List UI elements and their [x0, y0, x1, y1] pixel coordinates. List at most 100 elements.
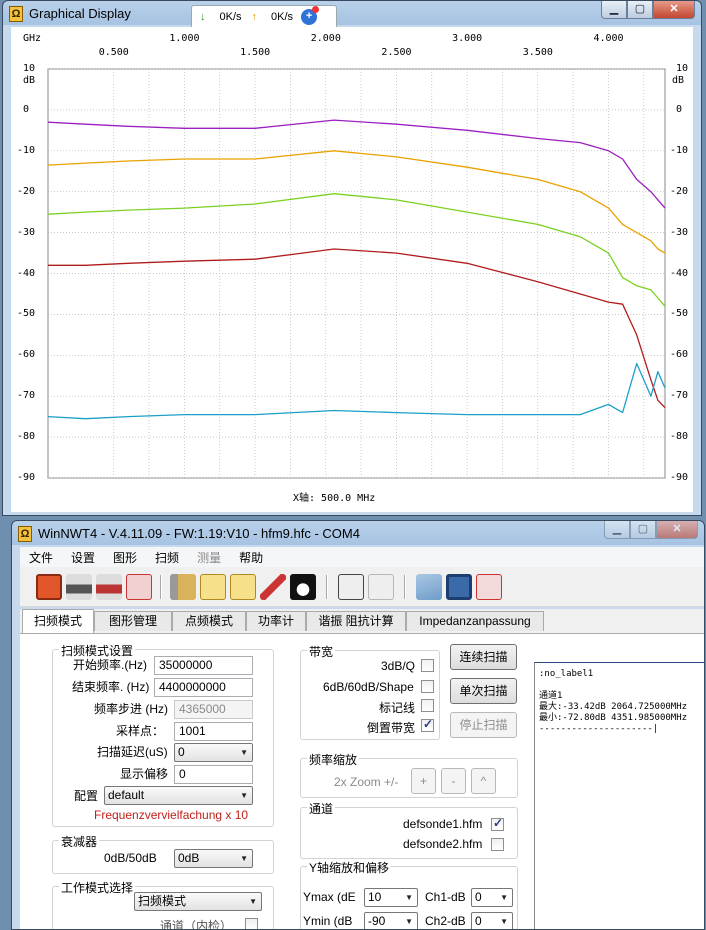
channel2-checkbox[interactable]: [491, 838, 504, 851]
shape-label: 6dB/60dB/Shape: [323, 680, 414, 694]
calibrate-k2-icon[interactable]: [368, 574, 394, 600]
marker-line-checkbox[interactable]: [421, 699, 434, 712]
tab-graph-management[interactable]: 图形管理: [94, 611, 172, 631]
minimize-button[interactable]: ▁: [604, 521, 630, 539]
y-tick-label-left: -80: [17, 431, 36, 443]
group-title: 频率缩放: [307, 751, 360, 768]
window-title: WinNWT4 - V.4.11.09 - FW:1.19:V10 - hfm9…: [38, 526, 360, 541]
print-color-icon[interactable]: [96, 574, 122, 600]
y-unit-label-left: dB: [23, 75, 36, 86]
winnwt-window: Ω WinNWT4 - V.4.11.09 - FW:1.19:V10 - hf…: [11, 520, 705, 930]
group-title: 通道: [307, 800, 336, 817]
db-chart-icon[interactable]: [230, 574, 256, 600]
shape-checkbox[interactable]: [421, 680, 434, 693]
attenuator-select[interactable]: 0dB: [174, 849, 253, 868]
menu-help[interactable]: 帮助: [230, 549, 272, 566]
title-bar[interactable]: Ω Graphical Display ↓ 0K/s ↑ 0K/s + ▁ ▢ …: [3, 1, 701, 29]
tab-spot-frequency[interactable]: 点频模式: [172, 611, 246, 631]
frequency-multiplier-text: Frequenzvervielfachung x 10: [94, 808, 249, 822]
x-tick-label: 1.000: [169, 33, 200, 44]
work-mode-select[interactable]: 扫频模式: [134, 892, 262, 911]
power-icon[interactable]: [36, 574, 62, 600]
ch2-db-select[interactable]: 0: [471, 912, 513, 929]
y-tick-label-left: -60: [17, 349, 36, 361]
chart-icon[interactable]: [200, 574, 226, 600]
upload-speed: 0K/s: [271, 11, 294, 23]
y-tick-label-left: -40: [17, 267, 36, 279]
measurement-info-panel[interactable]: :no_label1 通道1 最大:-33.42dB 2064.725000MH…: [534, 662, 704, 929]
end-freq-label: 结束频率. (Hz): [72, 680, 150, 694]
continuous-sweep-button[interactable]: 连续扫描: [450, 644, 517, 670]
close-button[interactable]: ✕: [653, 1, 695, 19]
maximize-button[interactable]: ▢: [630, 521, 656, 539]
zoom-out-button: -: [441, 768, 466, 794]
print-icon[interactable]: [66, 574, 92, 600]
y-unit-label-right: dB: [672, 75, 685, 86]
menu-sweep[interactable]: 扫频: [146, 549, 188, 566]
x-axis-caption: X轴: 500.0 MHz: [293, 493, 376, 504]
minimize-button[interactable]: ▁: [601, 1, 627, 19]
upload-arrow-icon: ↑: [251, 11, 258, 23]
menu-settings[interactable]: 设置: [62, 549, 104, 566]
config-label: 配置: [74, 789, 99, 803]
network-speed-widget[interactable]: ↓ 0K/s ↑ 0K/s +: [191, 5, 337, 29]
channel1-checkbox[interactable]: [491, 816, 504, 831]
toolbar: [20, 567, 704, 607]
tab-sweep-mode[interactable]: 扫频模式: [22, 609, 94, 633]
add-icon[interactable]: +: [301, 6, 320, 25]
y-tick-label-right: -50: [670, 308, 689, 320]
menu-file[interactable]: 文件: [20, 549, 62, 566]
title-bar[interactable]: Ω WinNWT4 - V.4.11.09 - FW:1.19:V10 - hf…: [12, 521, 704, 547]
group-title: 工作模式选择: [59, 879, 136, 896]
ch1-db-select[interactable]: 0: [471, 888, 513, 907]
delete-icon[interactable]: [476, 574, 502, 600]
q-checkbox[interactable]: [421, 659, 434, 672]
ymin-select[interactable]: -90: [364, 912, 418, 929]
save-icon[interactable]: [446, 574, 472, 600]
y-tick-label-right: -60: [670, 349, 689, 361]
sweep-delay-select[interactable]: 0: [174, 743, 253, 762]
channel-group: 通道: [300, 800, 518, 859]
config-select[interactable]: default: [104, 786, 253, 805]
export-png-icon[interactable]: [126, 574, 152, 600]
open-file-icon[interactable]: [416, 574, 442, 600]
y-tick-label-left: -20: [17, 185, 36, 197]
tab-power-meter[interactable]: 功率计: [246, 611, 306, 631]
calibrate-k1-icon[interactable]: [338, 574, 364, 600]
inverted-bandwidth-label: 倒置带宽: [367, 721, 416, 735]
y-tick-label-right: -90: [670, 472, 689, 483]
sweep-delay-label: 扫描延迟(uS): [97, 745, 168, 759]
tab-impedance-calc[interactable]: 谐振 阻抗计算: [306, 611, 406, 631]
tab-impedance-matching[interactable]: Impedanzanpassung: [406, 611, 544, 631]
y-tick-label-left: -70: [17, 390, 36, 402]
channel1-label: defsonde1.hfm: [403, 817, 483, 831]
tools-icon[interactable]: [170, 574, 196, 600]
x-tick-label: 3.000: [452, 33, 483, 44]
menu-graphics[interactable]: 图形: [104, 549, 146, 566]
penguin-icon[interactable]: [290, 574, 316, 600]
display-offset-input[interactable]: 0: [174, 765, 253, 784]
probe-icon[interactable]: [260, 574, 286, 600]
work-mode-sub-label: 通道（内检）: [160, 919, 233, 930]
x-tick-label: 2.500: [381, 47, 412, 58]
sample-points-input[interactable]: 1001: [174, 722, 253, 741]
plot-area[interactable]: GHz dB dB 1.000 2.000 3.000 4.000 0.500 1.500…: [11, 27, 693, 512]
ymax-select[interactable]: 10: [364, 888, 418, 907]
zoom-center-button: ^: [471, 768, 496, 794]
y-tick-label-right: 0: [676, 103, 683, 115]
end-freq-input[interactable]: 4400000000: [154, 678, 253, 697]
x-unit-label: GHz: [23, 33, 42, 44]
ch2-db-label: Ch2-dB: [425, 914, 466, 928]
menu-measure[interactable]: 测量: [188, 549, 230, 566]
inverted-bandwidth-checkbox[interactable]: [421, 717, 434, 732]
start-freq-input[interactable]: 35000000: [154, 656, 253, 675]
close-button[interactable]: ✕: [656, 521, 698, 539]
q-label: 3dB/Q: [381, 659, 416, 673]
maximize-button[interactable]: ▢: [627, 1, 653, 19]
toolbar-separator: [404, 575, 406, 599]
window-title: Graphical Display: [29, 6, 131, 21]
ymin-label: Ymin (dB: [303, 914, 353, 928]
y-tick-label-left: -90: [17, 472, 36, 483]
single-sweep-button[interactable]: 单次扫描: [450, 678, 517, 704]
download-arrow-icon: ↓: [200, 11, 206, 23]
